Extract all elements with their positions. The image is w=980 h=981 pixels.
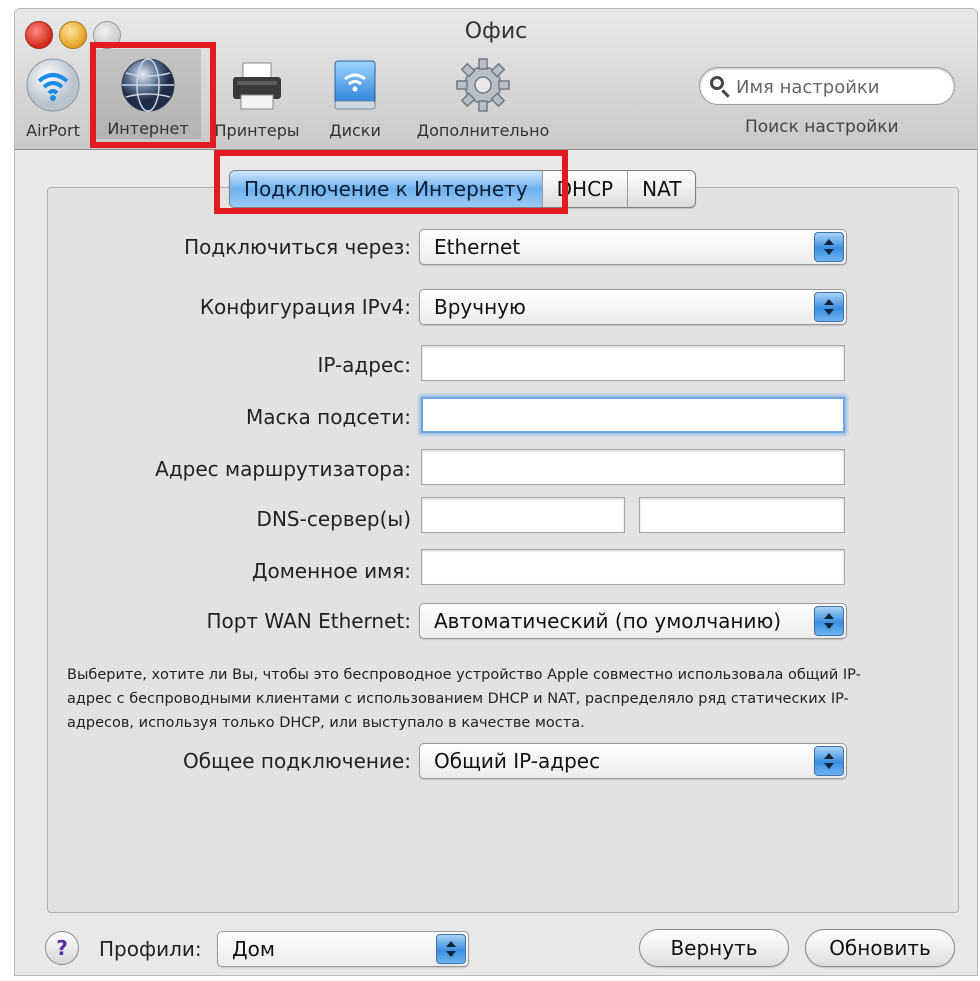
search-icon — [710, 76, 724, 90]
ipv4-config-value: Вручную — [434, 295, 526, 319]
sharing-value: Общий IP-адрес — [434, 749, 601, 773]
sharing-label: Общее подключение: — [183, 749, 411, 773]
popup-arrows-icon — [814, 606, 844, 636]
update-button[interactable]: Обновить — [805, 929, 955, 967]
toolbar-item-disks[interactable]: Диски — [315, 57, 395, 140]
wan-port-value: Автоматический (по умолчанию) — [434, 609, 782, 633]
search-field[interactable] — [699, 67, 955, 105]
toolbar-item-airport[interactable]: AirPort — [15, 57, 91, 140]
window-title: Офис — [464, 19, 528, 44]
gear-icon — [455, 57, 511, 113]
revert-button[interactable]: Вернуть — [639, 929, 789, 967]
toolbar-item-label: Принтеры — [214, 121, 300, 140]
printer-icon — [229, 57, 285, 113]
search-caption: Поиск настройки — [745, 117, 899, 137]
subnet-mask-label: Маска подсети: — [245, 405, 411, 429]
wan-port-label: Порт WAN Ethernet: — [206, 609, 411, 633]
ip-address-label: IP-адрес: — [317, 353, 411, 377]
profile-value: Дом — [232, 937, 275, 961]
wifi-icon — [25, 57, 81, 113]
tab-nat[interactable]: NAT — [627, 171, 695, 207]
domain-name-field[interactable] — [421, 549, 845, 585]
connect-via-label: Подключиться через: — [184, 235, 411, 259]
help-button[interactable]: ? — [45, 931, 79, 965]
sharing-popup[interactable]: Общий IP-адрес — [419, 743, 847, 779]
toolbar-item-label: Диски — [329, 121, 381, 140]
dns-server-1-field[interactable] — [421, 497, 625, 533]
connect-via-value: Ethernet — [434, 235, 521, 259]
toolbar-item-label: Дополнительно — [416, 121, 550, 140]
subnet-mask-field[interactable] — [421, 397, 845, 433]
profiles-label: Профили: — [99, 937, 202, 961]
router-address-label: Адрес маршрутизатора: — [155, 457, 411, 481]
internet-highlight-box — [90, 42, 216, 148]
router-address-field[interactable] — [421, 449, 845, 485]
wan-port-popup[interactable]: Автоматический (по умолчанию) — [419, 603, 847, 639]
dns-servers-label: DNS-сервер(ы) — [256, 507, 411, 531]
popup-arrows-icon — [814, 746, 844, 776]
popup-arrows-icon — [436, 934, 466, 964]
search-input[interactable] — [734, 74, 938, 100]
popup-arrows-icon — [814, 292, 844, 322]
disk-icon — [327, 57, 383, 113]
domain-name-label: Доменное имя: — [251, 559, 411, 583]
toolbar-item-advanced[interactable]: Дополнительно — [403, 57, 563, 140]
sharing-description: Выберите, хотите ли Вы, чтобы это беспро… — [67, 667, 861, 731]
tab-highlight-box — [214, 150, 568, 214]
ip-address-field[interactable] — [421, 345, 845, 381]
ipv4-config-popup[interactable]: Вручную — [419, 289, 847, 325]
dns-server-2-field[interactable] — [639, 497, 845, 533]
toolbar-item-label: AirPort — [26, 121, 80, 140]
ipv4-config-label: Конфигурация IPv4: — [199, 295, 411, 319]
connect-via-popup[interactable]: Ethernet — [419, 229, 847, 265]
toolbar-item-printers[interactable]: Принтеры — [205, 57, 309, 140]
profile-popup[interactable]: Дом — [217, 931, 469, 967]
popup-arrows-icon — [814, 232, 844, 262]
